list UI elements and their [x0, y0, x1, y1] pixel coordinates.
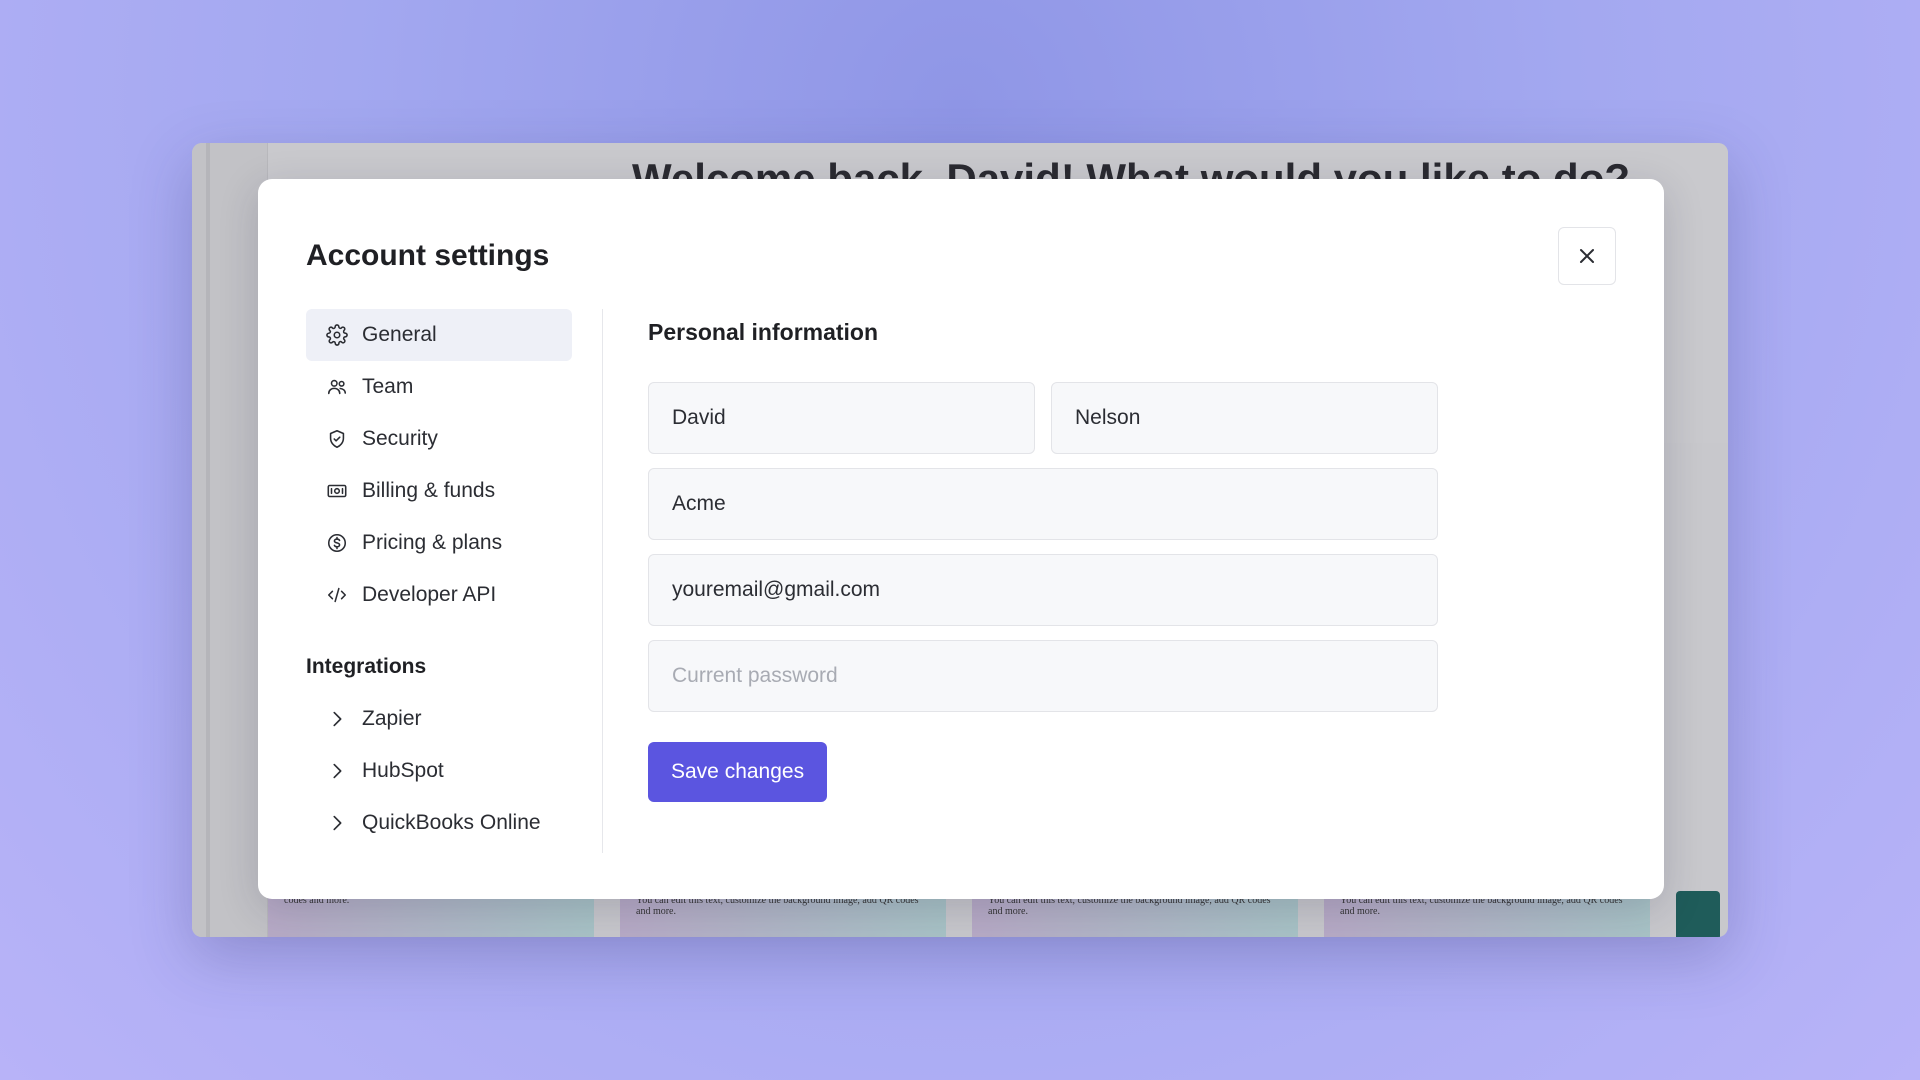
personal-information-heading: Personal information	[648, 319, 879, 345]
sidebar-item-label: Billing & funds	[362, 479, 496, 502]
name-field-row	[648, 382, 1438, 454]
chevron-right-icon	[333, 711, 342, 727]
sidebar-divider	[602, 309, 603, 853]
shield-icon	[329, 429, 345, 449]
team-icon	[327, 379, 347, 395]
integration-item-label: Zapier	[362, 707, 422, 730]
chevron-right-icon	[333, 763, 342, 779]
sidebar-item-label: Developer API	[362, 583, 497, 606]
sidebar-item-label: Security	[362, 427, 438, 450]
gear-icon	[326, 324, 348, 346]
integrations-heading: Integrations	[306, 655, 427, 678]
personal-information-section: Personal information Save changes	[648, 309, 1438, 802]
first-name-field[interactable]	[648, 382, 1035, 454]
sidebar-item-label: Pricing & plans	[362, 531, 503, 554]
close-button[interactable]	[1558, 227, 1616, 285]
email-field[interactable]	[648, 554, 1438, 626]
integration-item-zapier[interactable]: Zapier	[306, 693, 572, 745]
sidebar-item-general[interactable]: General	[306, 309, 572, 361]
integration-item-label: QuickBooks Online	[362, 811, 541, 834]
code-icon	[327, 587, 347, 603]
current-password-field[interactable]	[648, 640, 1438, 712]
modal-title: Account settings	[306, 239, 550, 272]
last-name-field[interactable]	[1051, 382, 1438, 454]
close-icon	[1580, 249, 1594, 263]
background-scroll-strip	[206, 143, 210, 937]
sidebar-item-label: Team	[362, 375, 414, 398]
sidebar-item-developer-api[interactable]: Developer API	[306, 569, 572, 621]
dollar-circle-icon	[327, 533, 347, 553]
sidebar-item-billing[interactable]: Billing & funds	[306, 465, 572, 517]
company-field[interactable]	[648, 468, 1438, 540]
integration-item-hubspot[interactable]: HubSpot	[306, 745, 572, 797]
background-card-partial	[1676, 891, 1720, 937]
account-settings-modal: Account settings General Team Security B…	[258, 179, 1664, 899]
save-changes-button[interactable]: Save changes	[648, 742, 828, 802]
chevron-right-icon	[333, 815, 342, 831]
integration-item-quickbooks[interactable]: QuickBooks Online	[306, 797, 572, 849]
settings-sidebar: General Team Security Billing & funds Pr…	[306, 309, 572, 849]
background-sidebar	[192, 143, 268, 937]
sidebar-item-security[interactable]: Security	[306, 413, 572, 465]
banknote-icon	[327, 484, 347, 498]
sidebar-item-pricing[interactable]: Pricing & plans	[306, 517, 572, 569]
sidebar-item-team[interactable]: Team	[306, 361, 572, 413]
sidebar-item-label: General	[362, 323, 437, 346]
integration-item-label: HubSpot	[362, 759, 444, 782]
